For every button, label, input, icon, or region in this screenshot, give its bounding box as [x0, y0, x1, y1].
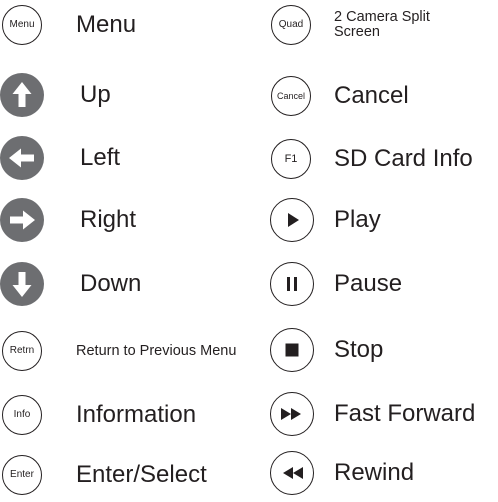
arrow-left-icon — [0, 136, 44, 180]
legend-label: Enter/Select — [76, 461, 207, 488]
menu-button-icon: Menu — [2, 5, 42, 45]
legend-label: Down — [80, 270, 142, 297]
legend-item-f1: F1 SD Card Info — [271, 139, 473, 179]
legend-label: Return to Previous Menu — [76, 342, 237, 359]
legend-label: Right — [80, 206, 137, 233]
legend-label: Cancel — [334, 82, 409, 109]
stop-icon — [270, 328, 314, 372]
arrow-up-icon — [0, 73, 44, 117]
quad-button-icon: Quad — [271, 5, 311, 45]
play-icon — [270, 198, 314, 242]
enter-button-icon: Enter — [2, 455, 42, 495]
legend-item-quad: Quad 2 Camera Split Screen — [271, 5, 474, 45]
legend-item-right: Right — [0, 198, 136, 242]
legend-item-play: Play — [270, 198, 381, 242]
arrow-down-icon — [0, 262, 44, 306]
arrow-right-icon — [0, 198, 44, 242]
fast-forward-icon — [270, 392, 314, 436]
legend-item-pause: Pause — [270, 262, 402, 306]
legend-item-cancel: Cancel Cancel — [271, 76, 409, 116]
legend-label: Play — [334, 206, 381, 233]
legend-label: 2 Camera Split Screen — [334, 9, 430, 40]
legend-item-down: Down — [0, 262, 141, 306]
legend-label: Fast Forward — [334, 400, 476, 427]
legend-label: Information — [76, 401, 197, 428]
legend-item-menu: Menu Menu — [2, 5, 136, 45]
return-button-icon: Retrn — [2, 331, 42, 371]
rewind-icon — [270, 451, 314, 495]
legend-label: SD Card Info — [334, 145, 473, 172]
info-button-icon: Info — [2, 395, 42, 435]
cancel-button-icon: Cancel — [271, 76, 311, 116]
legend-item-enter: Enter Enter/Select — [2, 455, 207, 495]
legend-item-left: Left — [0, 136, 120, 180]
f1-button-icon: F1 — [271, 139, 311, 179]
legend-item-return: Retrn Return to Previous Menu — [2, 331, 246, 371]
legend-label: Up — [80, 81, 111, 108]
legend-label: Rewind — [334, 459, 415, 486]
legend-label: Left — [80, 144, 121, 171]
legend-label: Menu — [76, 11, 137, 38]
legend-item-rewind: Rewind — [270, 451, 414, 495]
legend-item-up: Up — [0, 73, 111, 117]
legend-item-stop: Stop — [270, 328, 383, 372]
legend-label: Stop — [334, 336, 384, 363]
legend-label: Pause — [334, 270, 403, 297]
legend-item-fast-forward: Fast Forward — [270, 392, 475, 436]
pause-icon — [270, 262, 314, 306]
legend-item-info: Info Information — [2, 395, 196, 435]
